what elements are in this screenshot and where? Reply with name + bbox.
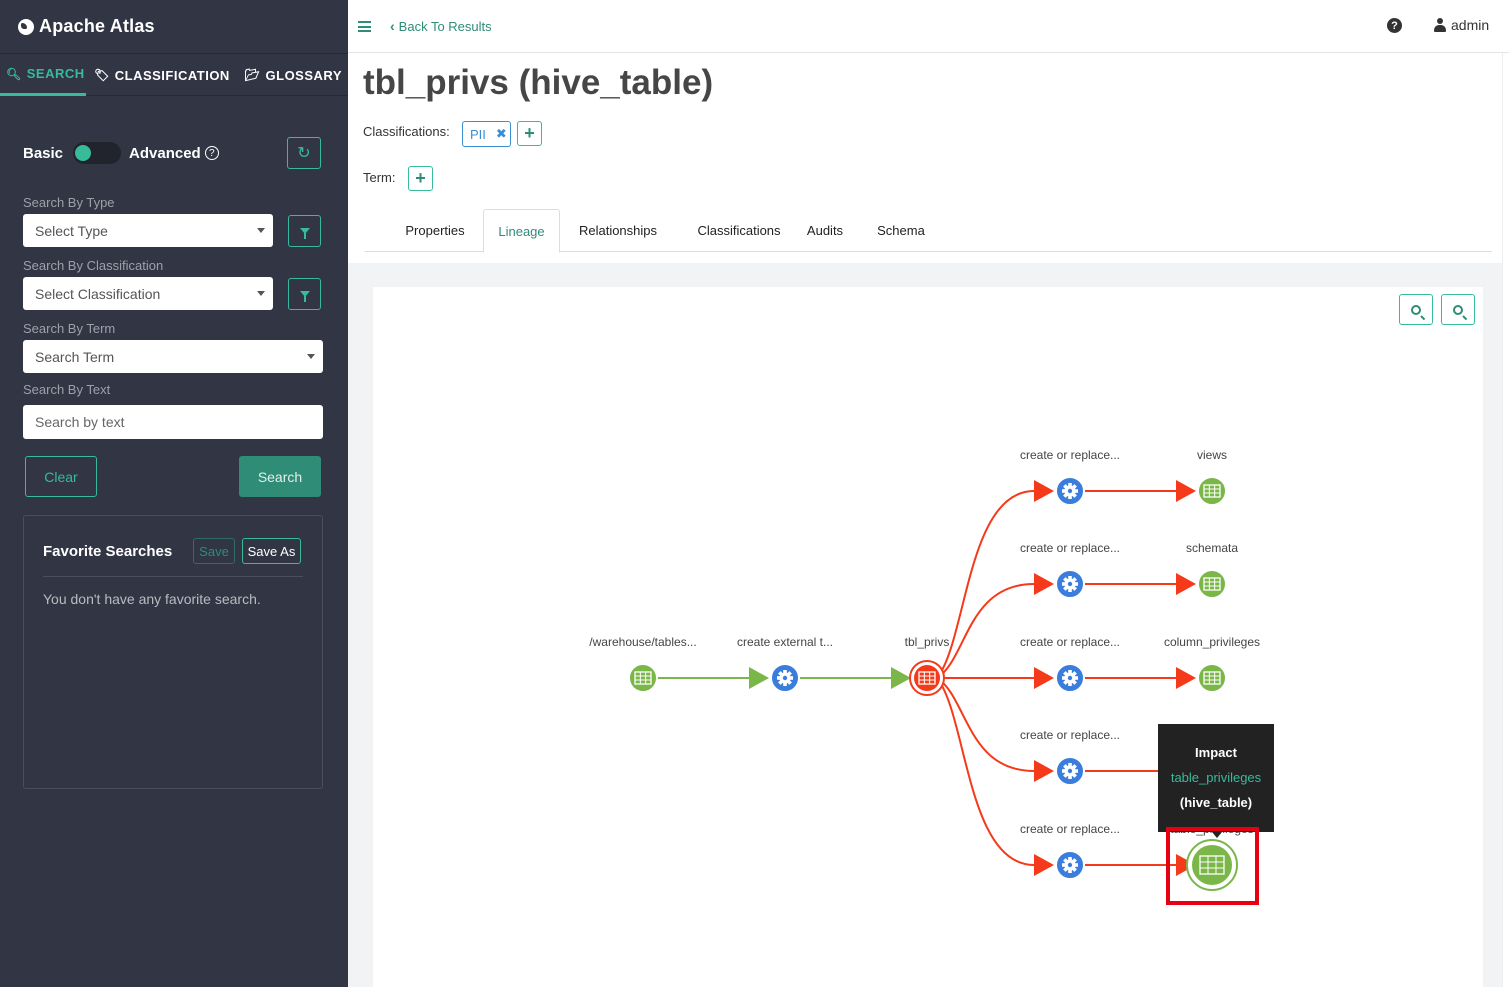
gear-hole (782, 675, 788, 681)
tooltip-entity-type: (hive_table) (1179, 795, 1253, 810)
tooltip-entity-link[interactable]: table_privileges (1158, 770, 1274, 785)
lineage-node-label: create or replace... (1020, 635, 1120, 649)
gear-hole (1067, 768, 1073, 774)
edge-arrowhead (1176, 573, 1196, 595)
lineage-node-label: create or replace... (1020, 728, 1120, 742)
lineage-node-label: column_privileges (1164, 635, 1260, 649)
lineage-node-process[interactable] (1055, 476, 1085, 506)
lineage-edge (936, 677, 1035, 866)
highlight-box (1166, 827, 1259, 905)
edge-arrowhead (1176, 667, 1196, 689)
lineage-node-label: create or replace... (1020, 541, 1120, 555)
lineage-nodes (628, 476, 1238, 891)
lineage-node-current[interactable] (909, 660, 945, 696)
gear-hole (1067, 488, 1073, 494)
edge-arrowhead (749, 667, 769, 689)
edge-arrowhead (1034, 480, 1054, 502)
lineage-graph[interactable]: /warehouse/tables... create external t...… (0, 0, 1509, 987)
edge-arrowhead (1034, 573, 1054, 595)
edge-arrowhead (1176, 480, 1196, 502)
lineage-node-label: tbl_privs (905, 635, 950, 649)
lineage-node-label: views (1197, 448, 1227, 462)
lineage-node-process[interactable] (1055, 569, 1085, 599)
lineage-node-label: create or replace... (1020, 822, 1120, 836)
lineage-node-process[interactable] (1055, 663, 1085, 693)
table-node-circle (1197, 663, 1227, 693)
edge-arrowhead (1034, 760, 1054, 782)
lineage-node-label: schemata (1186, 541, 1238, 555)
lineage-node-table[interactable] (1197, 476, 1227, 506)
lineage-node-table[interactable] (628, 663, 658, 693)
lineage-node-process[interactable] (770, 663, 800, 693)
current-node-circle (914, 665, 940, 691)
lineage-node-label: /warehouse/tables... (589, 635, 696, 649)
lineage-node-table[interactable] (1197, 663, 1227, 693)
lineage-node-label: create external t... (737, 635, 833, 649)
lineage-tooltip: Impact table_privileges (hive_table) (1158, 724, 1274, 838)
lineage-node-process[interactable] (1055, 850, 1085, 880)
gear-hole (1067, 581, 1073, 587)
lineage-edge (936, 677, 1035, 772)
lineage-node-label: create or replace... (1020, 448, 1120, 462)
table-node-circle (1197, 476, 1227, 506)
lineage-node-table[interactable] (1197, 569, 1227, 599)
gear-hole (1067, 675, 1073, 681)
lineage-edge (936, 583, 1035, 679)
table-node-circle (628, 663, 658, 693)
table-node-circle (1197, 569, 1227, 599)
edge-arrowhead (1034, 854, 1054, 876)
edge-arrowhead (1034, 667, 1054, 689)
tooltip-heading: Impact (1195, 745, 1237, 760)
gear-hole (1067, 862, 1073, 868)
edge-arrowhead (891, 667, 911, 689)
lineage-node-process[interactable] (1055, 756, 1085, 786)
